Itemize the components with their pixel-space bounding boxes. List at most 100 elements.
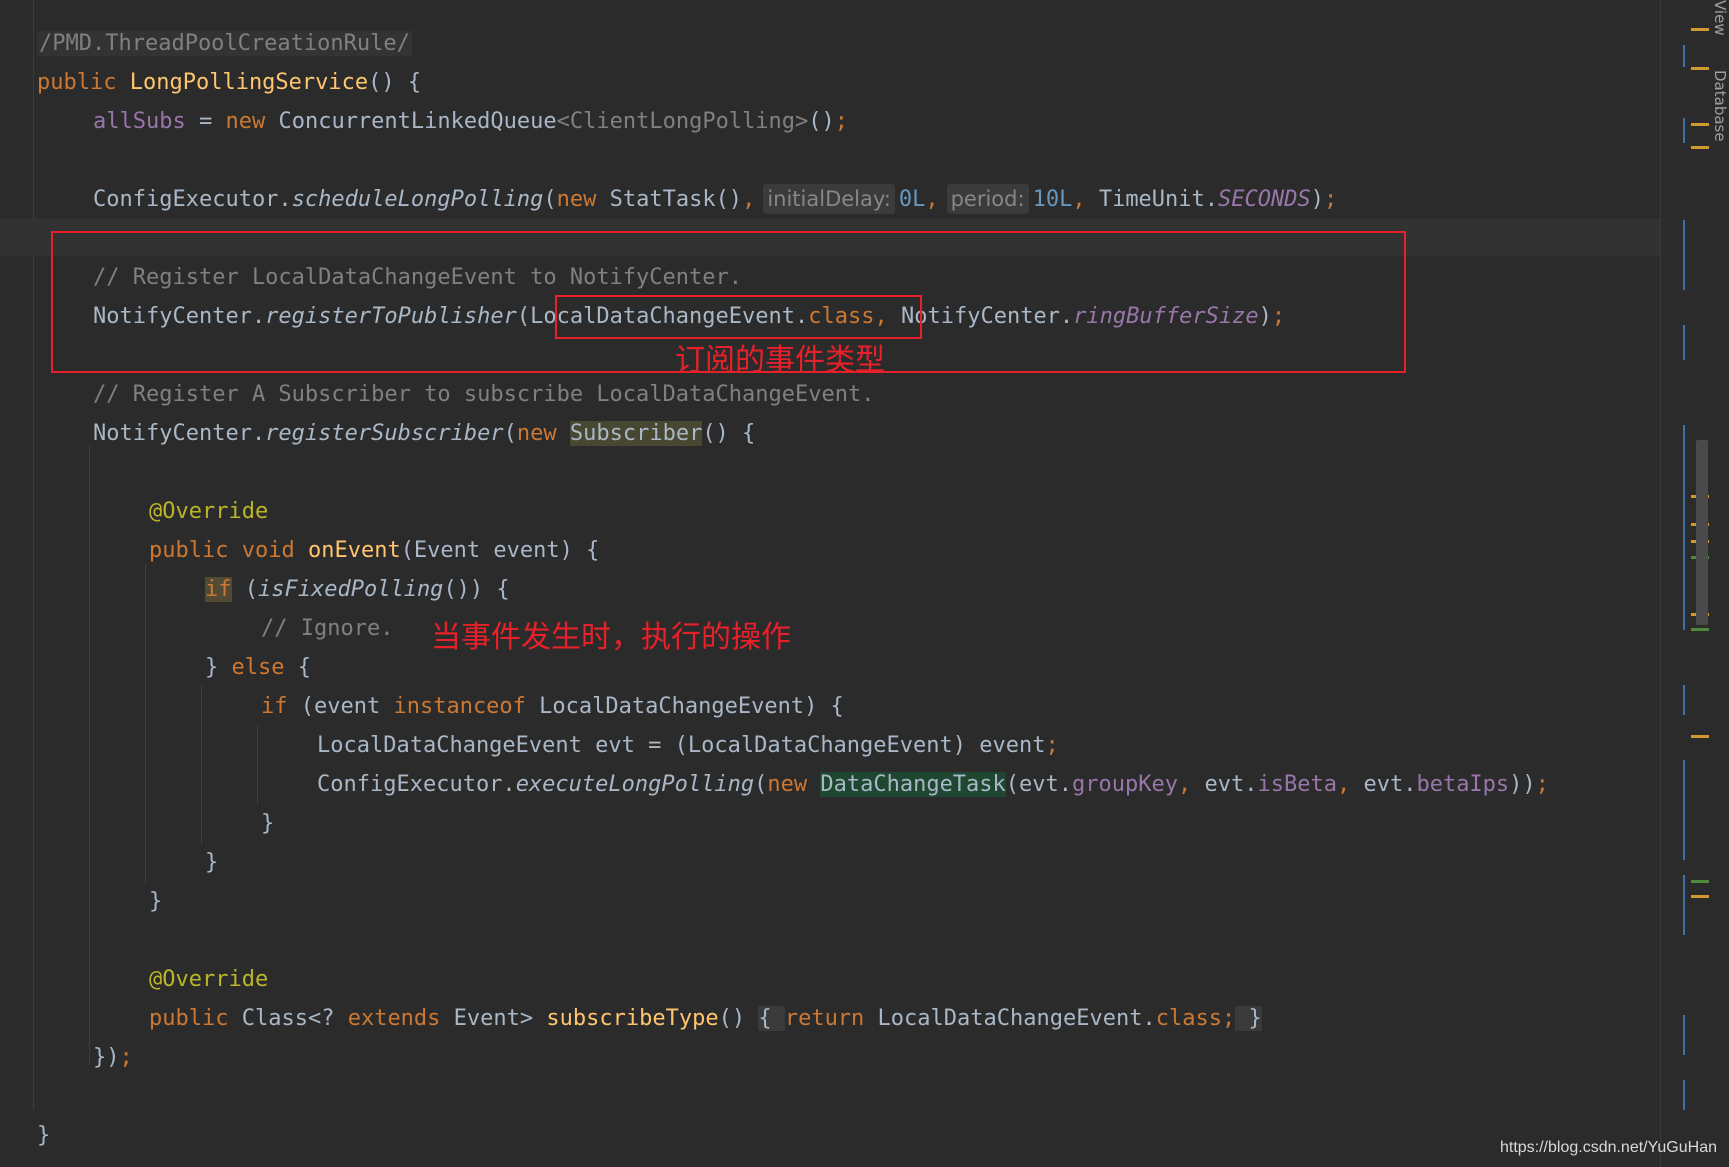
annotation-box-event-class — [555, 295, 922, 339]
code-text: ( — [231, 577, 258, 602]
warning-stripe[interactable] — [1691, 67, 1709, 70]
keyword: new — [225, 109, 266, 134]
code-text: ( — [543, 187, 557, 212]
code-text: LocalDataChangeEvent) { — [525, 694, 844, 719]
change-marker[interactable] — [1683, 1080, 1685, 1110]
indent-guide — [89, 445, 90, 1065]
info-stripe[interactable] — [1691, 628, 1709, 631]
change-marker[interactable] — [1683, 325, 1685, 360]
change-marker[interactable] — [1683, 1015, 1685, 1055]
indent-guide — [201, 685, 202, 845]
code-text: { — [284, 655, 311, 680]
semicolon: ; — [1324, 187, 1338, 212]
comma: , — [1336, 772, 1351, 797]
annotation: @Override — [149, 967, 269, 992]
code-text: } — [37, 1123, 51, 1148]
method-name: onEvent — [307, 538, 401, 563]
line-comment: // Ignore. — [261, 616, 394, 641]
enum-constant: SECONDS — [1218, 187, 1311, 212]
parameter-hint: initialDelay: — [763, 184, 895, 214]
code-line[interactable]: public Class<? extends Event> subscribeT… — [149, 999, 1262, 1038]
warning-stripe[interactable] — [1691, 123, 1709, 126]
code-text: LocalDataChangeEvent evt = (LocalDataCha… — [317, 733, 1046, 758]
code-text: (event — [287, 694, 394, 719]
method-name: subscribeType — [546, 1006, 719, 1031]
code-line[interactable]: if (event instanceof LocalDataChangeEven… — [261, 687, 844, 726]
code-text: }) — [93, 1045, 120, 1070]
vertical-scrollbar-thumb[interactable] — [1696, 440, 1708, 625]
code-text: TimeUnit. — [1085, 187, 1219, 212]
code-line[interactable]: LocalDataChangeEvent evt = (LocalDataCha… — [317, 726, 1059, 765]
code-editor[interactable]: /PMD.ThreadPoolCreationRule/ public Long… — [0, 0, 1660, 1167]
code-line[interactable]: // Ignore. — [261, 609, 393, 648]
code-line[interactable]: } — [205, 843, 218, 882]
warning-stripe[interactable] — [1691, 28, 1709, 31]
code-line[interactable]: allSubs = new ConcurrentLinkedQueue<Clie… — [93, 102, 848, 141]
code-text: () — [718, 1006, 759, 1031]
code-line[interactable]: NotifyCenter.registerSubscriber(new Subs… — [93, 414, 755, 453]
change-marker[interactable] — [1683, 875, 1685, 935]
code-line[interactable]: ConfigExecutor.executeLongPolling(new Da… — [317, 765, 1549, 804]
static-method: isFixedPolling — [258, 577, 444, 602]
code-line[interactable]: /PMD.ThreadPoolCreationRule/ — [37, 24, 412, 63]
code-line[interactable]: public LongPollingService() { — [37, 63, 421, 102]
type-name: ConcurrentLinkedQueue — [265, 109, 557, 134]
code-line[interactable]: ConfigExecutor.scheduleLongPolling(new S… — [93, 180, 1337, 219]
keyword: extends — [347, 1006, 441, 1031]
code-line[interactable]: @Override — [149, 492, 268, 531]
warning-stripe[interactable] — [1691, 146, 1709, 149]
code-text: () — [808, 109, 835, 134]
change-marker[interactable] — [1683, 425, 1685, 630]
generic-type: <ClientLongPolling> — [556, 109, 809, 134]
tool-tab-view[interactable]: View — [1711, 0, 1729, 36]
code-line[interactable]: } — [37, 1116, 50, 1155]
keyword: else — [231, 655, 285, 680]
fold-gutter-line — [33, 0, 34, 1110]
code-line[interactable]: } — [261, 804, 274, 843]
static-method: scheduleLongPolling — [291, 187, 544, 212]
right-gutter[interactable]: View Database — [1660, 0, 1729, 1167]
keyword: public — [149, 538, 229, 563]
semicolon: ; — [834, 109, 849, 134]
code-line[interactable]: @Override — [149, 960, 268, 999]
change-marker[interactable] — [1683, 685, 1685, 715]
change-marker[interactable] — [1683, 118, 1685, 143]
code-line[interactable]: }); — [93, 1038, 133, 1077]
field-name: isBeta — [1257, 772, 1337, 797]
code-text: ConfigExecutor. — [93, 187, 292, 212]
keyword: class — [1155, 1006, 1222, 1031]
annotation: @Override — [149, 499, 269, 524]
warning-stripe[interactable] — [1691, 895, 1709, 898]
keyword: new — [767, 772, 808, 797]
change-marker[interactable] — [1683, 45, 1685, 67]
semicolon: ; — [1045, 733, 1059, 758]
code-line[interactable]: public void onEvent(Event event) { — [149, 531, 599, 570]
change-marker[interactable] — [1683, 220, 1685, 290]
folded-region[interactable]: { — [758, 1006, 785, 1031]
comma: , — [925, 187, 939, 212]
code-line[interactable]: } — [149, 882, 162, 921]
code-text: LocalDataChangeEvent. — [864, 1006, 1156, 1031]
code-line[interactable]: } else { — [205, 648, 311, 687]
annotation-event-type: 订阅的事件类型 — [675, 343, 885, 378]
static-method: registerSubscriber — [265, 421, 504, 446]
code-text: (evt. — [1005, 772, 1073, 797]
info-stripe[interactable] — [1691, 880, 1709, 883]
change-marker[interactable] — [1683, 760, 1685, 860]
folded-region[interactable]: } — [1235, 1006, 1262, 1031]
warning-stripe[interactable] — [1691, 735, 1709, 738]
code-text: NotifyCenter. — [93, 421, 266, 446]
code-text: () { — [702, 421, 756, 446]
tool-tab-database[interactable]: Database — [1711, 70, 1729, 142]
code-text: ConfigExecutor. — [317, 772, 516, 797]
code-text: ( — [754, 772, 768, 797]
constructor-name: LongPollingService — [129, 70, 369, 95]
code-line[interactable]: if (isFixedPolling()) { — [205, 570, 510, 609]
keyword: new — [516, 421, 557, 446]
code-text: StatTask() — [596, 187, 743, 212]
code-text: } — [261, 811, 275, 836]
indent-guide — [145, 564, 146, 884]
code-text: ( — [503, 421, 517, 446]
code-line[interactable]: // Register A Subscriber to subscribe Lo… — [93, 375, 874, 414]
